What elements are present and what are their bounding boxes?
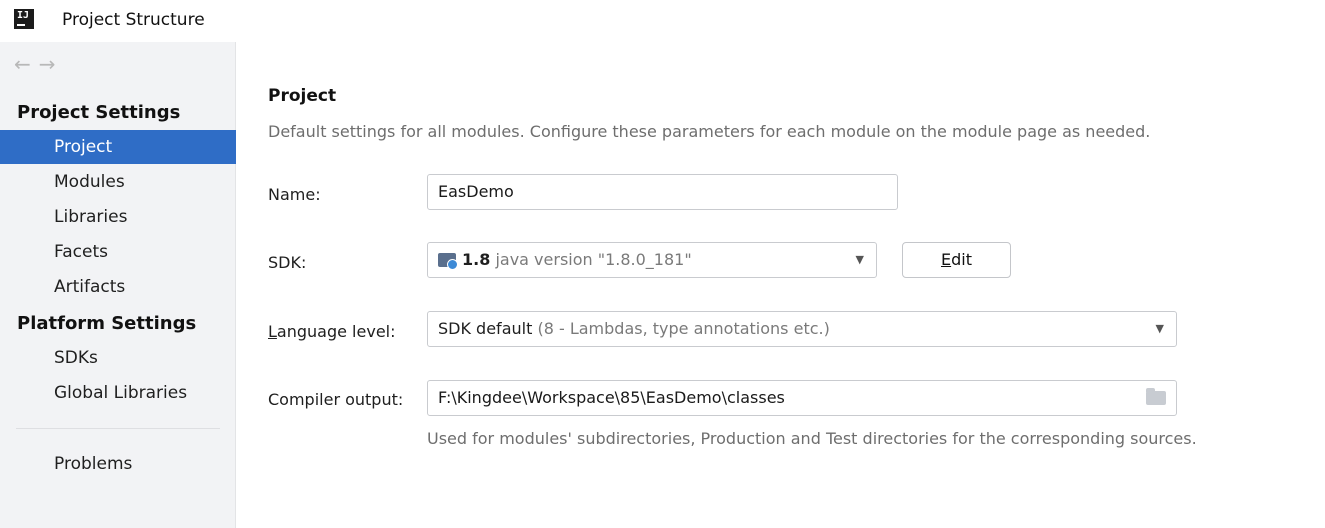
edit-button[interactable]: Edit <box>902 242 1011 278</box>
jdk-folder-icon <box>438 253 458 270</box>
edit-label: dit <box>951 250 972 269</box>
language-level-dropdown[interactable]: SDK default (8 - Lambdas, type annotatio… <box>427 311 1177 347</box>
page-title: Project <box>268 86 337 106</box>
sidebar-item-modules[interactable]: Modules <box>0 165 236 199</box>
sidebar-item-project[interactable]: Project <box>0 130 236 164</box>
intellij-logo-icon: IJ <box>14 9 34 29</box>
chevron-down-icon: ▼ <box>1155 322 1164 335</box>
language-level-value: SDK default <box>438 319 533 338</box>
language-level-mnemonic: L <box>268 322 277 341</box>
title-bar: IJ Project Structure <box>0 0 1325 42</box>
back-arrow-icon[interactable]: ← <box>14 52 39 76</box>
language-level-label-text: anguage level: <box>276 322 396 341</box>
section-project-settings: Project Settings <box>17 102 181 123</box>
sidebar-item-global-libraries[interactable]: Global Libraries <box>0 376 236 410</box>
compiler-output-hint: Used for modules' subdirectories, Produc… <box>427 429 1197 448</box>
page-description: Default settings for all modules. Config… <box>268 122 1151 141</box>
sdk-dropdown[interactable]: 1.8 java version "1.8.0_181" ▼ <box>427 242 877 278</box>
edit-mnemonic: E <box>941 250 952 269</box>
name-label: Name: <box>268 185 321 204</box>
main-panel: Project Default settings for all modules… <box>237 42 1325 528</box>
sidebar-item-sdks[interactable]: SDKs <box>0 341 236 375</box>
language-level-label: Language level: <box>268 322 396 341</box>
compiler-output-path: F:\Kingdee\Workspace\85\EasDemo\classes <box>438 388 785 407</box>
sidebar-item-libraries[interactable]: Libraries <box>0 200 236 234</box>
window-title: Project Structure <box>62 10 205 30</box>
sidebar-divider <box>16 428 220 429</box>
sidebar: ←→ Project Settings Project Modules Libr… <box>0 42 236 528</box>
section-platform-settings: Platform Settings <box>17 313 197 334</box>
forward-arrow-icon[interactable]: → <box>39 52 64 76</box>
sidebar-item-artifacts[interactable]: Artifacts <box>0 270 236 304</box>
browse-folder-icon[interactable] <box>1146 388 1166 405</box>
compiler-output-label: Compiler output: <box>268 390 404 409</box>
sdk-label: SDK: <box>268 253 307 272</box>
language-level-detail: (8 - Lambdas, type annotations etc.) <box>537 319 830 338</box>
sidebar-item-facets[interactable]: Facets <box>0 235 236 269</box>
sdk-detail: java version "1.8.0_181" <box>495 250 692 269</box>
sdk-version: 1.8 <box>462 250 491 269</box>
name-field[interactable]: EasDemo <box>427 174 898 210</box>
history-nav: ←→ <box>14 52 64 76</box>
chevron-down-icon: ▼ <box>855 253 864 266</box>
sidebar-item-problems[interactable]: Problems <box>0 447 236 481</box>
compiler-output-field[interactable]: F:\Kingdee\Workspace\85\EasDemo\classes <box>427 380 1177 416</box>
